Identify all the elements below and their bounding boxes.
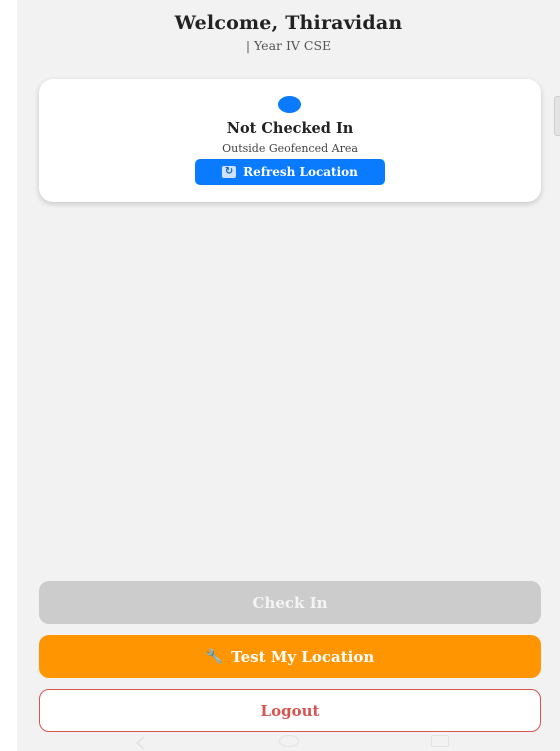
wrench-icon: 🔧 (205, 648, 224, 665)
home-icon[interactable] (279, 735, 299, 747)
status-subtitle: Outside Geofenced Area (222, 142, 358, 155)
system-nav-bar (17, 733, 560, 751)
check-in-button[interactable]: Check In (39, 581, 541, 624)
recent-apps-icon[interactable] (431, 735, 449, 747)
status-dot-icon (278, 96, 301, 113)
status-title: Not Checked In (226, 120, 354, 137)
test-my-location-button[interactable]: 🔧 Test My Location (39, 635, 541, 678)
refresh-icon: ↻ (222, 166, 237, 178)
welcome-title: Welcome, Thiravidan (174, 12, 403, 34)
side-edge-handle (554, 96, 560, 136)
logout-label: Logout (260, 701, 320, 720)
status-card: Not Checked In Outside Geofenced Area ↻ … (39, 79, 541, 202)
refresh-location-label: Refresh Location (243, 165, 358, 179)
test-my-location-label: Test My Location (231, 647, 375, 666)
app-screen: Welcome, Thiravidan | Year IV CSE Not Ch… (17, 0, 560, 751)
refresh-location-button[interactable]: ↻ Refresh Location (195, 159, 385, 185)
back-icon[interactable] (134, 736, 148, 750)
user-subtitle: | Year IV CSE (245, 38, 332, 53)
check-in-label: Check In (252, 593, 328, 612)
logout-button[interactable]: Logout (39, 689, 541, 732)
